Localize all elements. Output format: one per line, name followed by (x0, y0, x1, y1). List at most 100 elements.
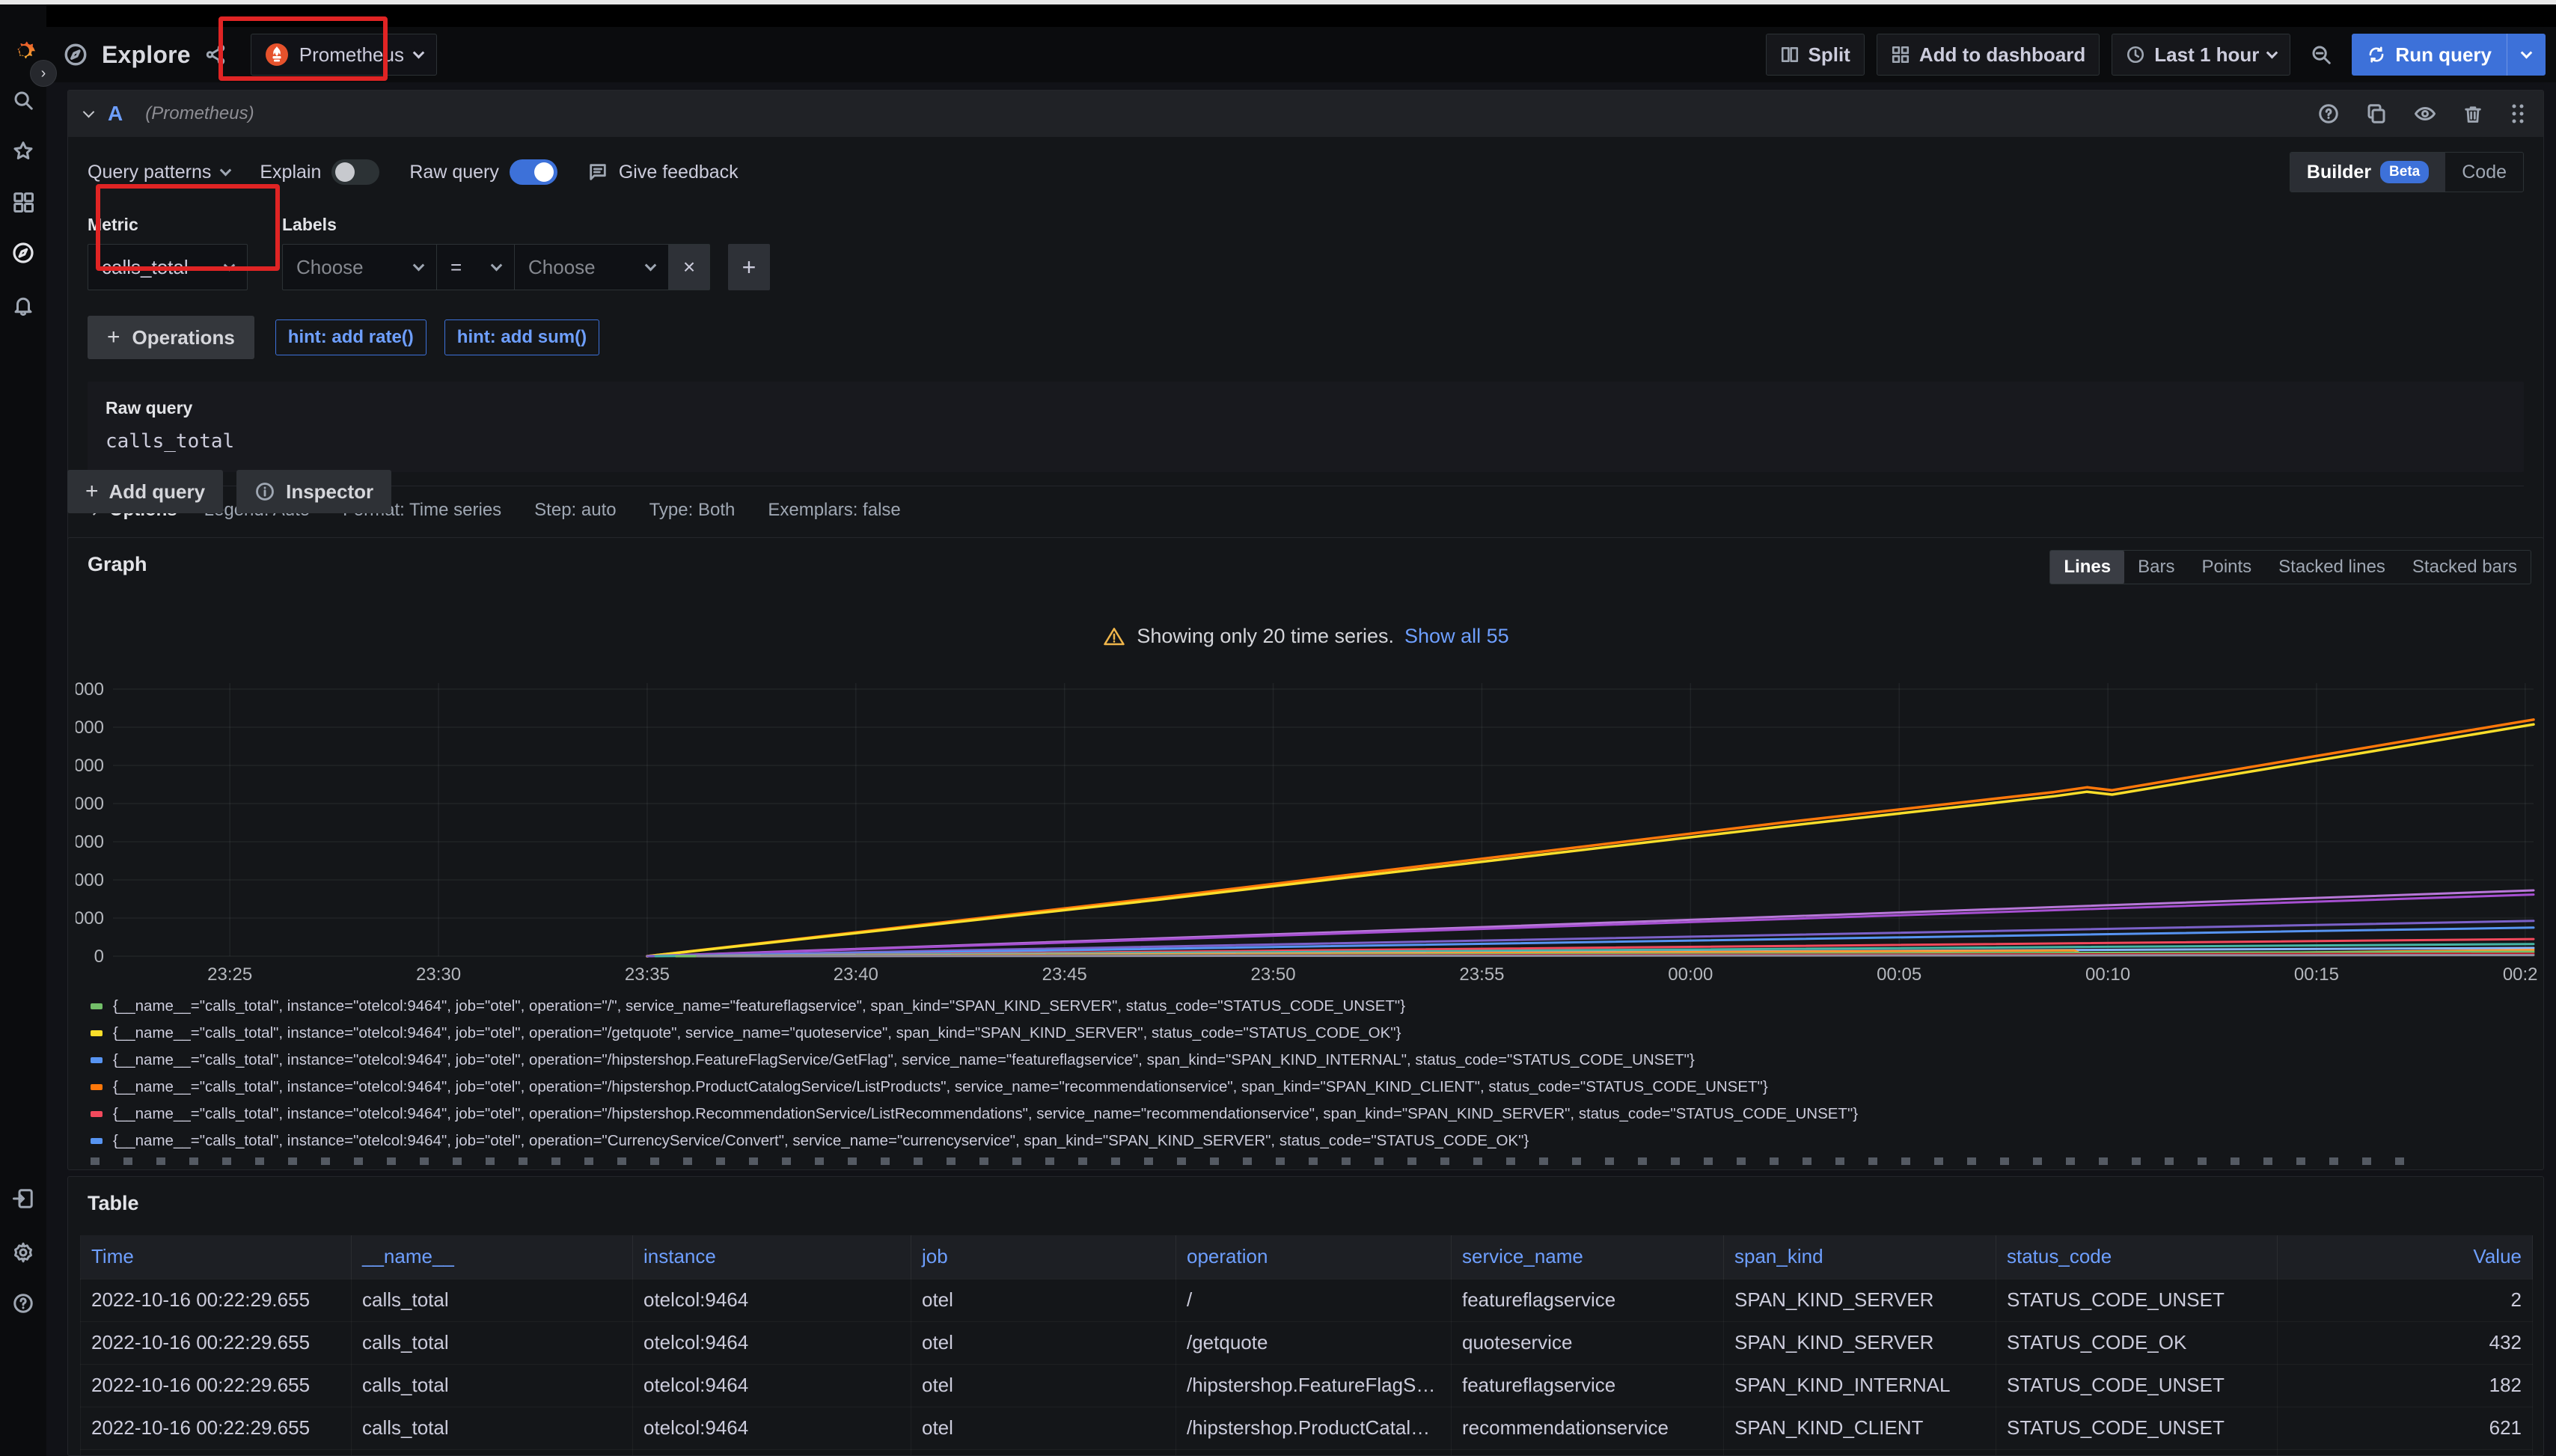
raw-query-toggle[interactable] (510, 159, 557, 185)
legend-item[interactable]: {__name__="calls_total", instance="otelc… (91, 993, 2522, 1020)
add-operation-button[interactable]: + Operations (88, 316, 254, 359)
split-icon (1780, 45, 1800, 64)
y-axis-tick: 2000 (76, 908, 104, 929)
view-mode-points[interactable]: Points (2188, 551, 2265, 584)
time-range-picker[interactable]: Last 1 hour (2112, 34, 2290, 76)
x-axis-tick: 00:00 (1668, 964, 1713, 985)
legend-item[interactable]: {__name__="calls_total", instance="otelc… (91, 1047, 2522, 1074)
results-table: Time__name__instancejoboperationservice_… (80, 1235, 2533, 1456)
datasource-picker[interactable]: Prometheus (251, 34, 437, 76)
zoom-out-icon (2310, 43, 2332, 66)
legend-item[interactable]: {__name__="calls_total", instance="otelc… (91, 1074, 2522, 1101)
add-query-button[interactable]: + Add query (67, 470, 223, 513)
column-header-spankind[interactable]: span_kind (1724, 1235, 1996, 1279)
table-row[interactable]: 2022-10-16 00:22:29.655calls_totalotelco… (81, 1407, 2533, 1449)
comment-icon (587, 162, 608, 183)
starred-icon[interactable] (0, 133, 46, 169)
view-mode-bars[interactable]: Bars (2124, 551, 2188, 584)
label-value-select[interactable]: Choose (514, 244, 668, 290)
column-header-value[interactable]: Value (2278, 1235, 2533, 1279)
settings-gear-icon[interactable] (0, 1235, 46, 1270)
explore-compass-icon[interactable] (0, 235, 46, 271)
view-mode-stacked-bars[interactable]: Stacked bars (2399, 551, 2531, 584)
add-to-dashboard-button[interactable]: Add to dashboard (1877, 34, 2100, 76)
query-row-header[interactable]: A (Prometheus) (68, 91, 2543, 137)
column-header-name[interactable]: __name__ (352, 1235, 633, 1279)
view-mode-lines[interactable]: Lines (2050, 551, 2124, 584)
table-cell: otel (911, 1407, 1176, 1449)
table-cell: calls_total (352, 1364, 633, 1407)
legend-item[interactable]: {__name__="calls_total", instance="otelc… (91, 1101, 2522, 1128)
table-row[interactable]: 2022-10-16 00:22:29.655calls_totalotelco… (81, 1321, 2533, 1364)
builder-label: Builder (2307, 162, 2371, 183)
x-axis-tick: 00:15 (2294, 964, 2339, 985)
remove-label-filter-button[interactable]: × (668, 244, 710, 290)
sign-in-icon[interactable] (0, 1181, 46, 1217)
series-orange (647, 720, 2534, 956)
collapse-chevron-icon[interactable] (83, 105, 95, 117)
show-all-series-link[interactable]: Show all 55 (1404, 625, 1509, 648)
table-cell: otel (911, 1449, 1176, 1456)
table-row[interactable]: 2022-10-16 00:22:29.655calls_totalotelco… (81, 1449, 2533, 1456)
graph-panel-title: Graph (88, 553, 147, 576)
column-header-time[interactable]: Time (81, 1235, 352, 1279)
table-row[interactable]: 2022-10-16 00:22:29.655calls_totalotelco… (81, 1364, 2533, 1407)
help-icon[interactable] (0, 1285, 46, 1321)
x-axis-tick: 23:50 (1251, 964, 1296, 985)
code-mode-tab[interactable]: Code (2445, 153, 2523, 192)
label-operator-select[interactable]: = (436, 244, 514, 290)
sidebar-expand-button[interactable]: › (30, 60, 57, 87)
builder-mode-tab[interactable]: Builder Beta (2290, 153, 2445, 192)
run-query-button[interactable]: Run query (2352, 34, 2546, 76)
column-header-servicename[interactable]: service_name (1452, 1235, 1724, 1279)
header-bar: Explore Prometheus Split Add to dashboar… (46, 27, 2556, 82)
run-query-dropdown[interactable] (2507, 34, 2546, 76)
run-query-label: Run query (2395, 43, 2492, 67)
view-mode-stacked-lines[interactable]: Stacked lines (2265, 551, 2399, 584)
disable-query-eye-icon[interactable] (2413, 103, 2437, 125)
query-patterns-dropdown[interactable]: Query patterns (88, 162, 230, 183)
table-cell: SPAN_KIND_CLIENT (1724, 1407, 1996, 1449)
share-icon[interactable] (204, 43, 227, 66)
table-panel-title: Table (88, 1192, 139, 1215)
y-axis-tick: 4000 (76, 870, 104, 890)
query-hint-button-2[interactable]: hint: add sum() (444, 319, 599, 355)
time-range-label: Last 1 hour (2154, 43, 2259, 67)
table-cell: featureflagservice (1452, 1279, 1724, 1321)
metric-select[interactable]: calls_total (88, 244, 248, 290)
query-help-icon[interactable] (2317, 103, 2340, 125)
column-header-operation[interactable]: operation (1176, 1235, 1452, 1279)
add-label-filter-button[interactable]: + (728, 244, 770, 290)
table-cell: 2022-10-16 00:22:29.655 (81, 1321, 352, 1364)
series-yellow (647, 724, 2534, 956)
explain-toggle[interactable] (331, 159, 379, 185)
code-label: Code (2462, 162, 2507, 183)
dashboards-icon[interactable] (0, 184, 46, 220)
give-feedback-link[interactable]: Give feedback (587, 162, 739, 183)
zoom-out-time-button[interactable] (2302, 34, 2340, 76)
table-cell: otelcol:9464 (633, 1321, 911, 1364)
column-header-instance[interactable]: instance (633, 1235, 911, 1279)
delete-query-trash-icon[interactable] (2462, 103, 2483, 125)
split-button[interactable]: Split (1766, 34, 1865, 76)
plus-icon: + (85, 479, 99, 504)
chevron-down-icon (220, 164, 232, 176)
legend-item[interactable]: {__name__="calls_total", instance="otelc… (91, 1128, 2522, 1154)
column-header-job[interactable]: job (911, 1235, 1176, 1279)
legend-item[interactable]: {__name__="calls_total", instance="otelc… (91, 1020, 2522, 1047)
label-key-select[interactable]: Choose (282, 244, 436, 290)
alerting-bell-icon[interactable] (0, 287, 46, 323)
query-hint-button-1[interactable]: hint: add rate() (275, 319, 426, 355)
inspector-button[interactable]: Inspector (236, 470, 391, 513)
search-icon[interactable] (0, 82, 46, 118)
table-row[interactable]: 2022-10-16 00:22:29.655calls_totalotelco… (81, 1279, 2533, 1321)
chevron-down-icon (2266, 46, 2278, 58)
add-to-dashboard-label: Add to dashboard (1919, 43, 2085, 67)
duplicate-query-icon[interactable] (2365, 103, 2388, 125)
series-limit-warning: Showing only 20 time series. (1137, 625, 1394, 648)
chevron-down-icon (2521, 46, 2533, 58)
column-header-statuscode[interactable]: status_code (1996, 1235, 2278, 1279)
drag-handle-icon[interactable] (2509, 103, 2527, 125)
x-axis-tick: 00:05 (1877, 964, 1921, 985)
time-series-chart[interactable]: 0200040006000800010000120001400023:2523:… (76, 673, 2537, 987)
